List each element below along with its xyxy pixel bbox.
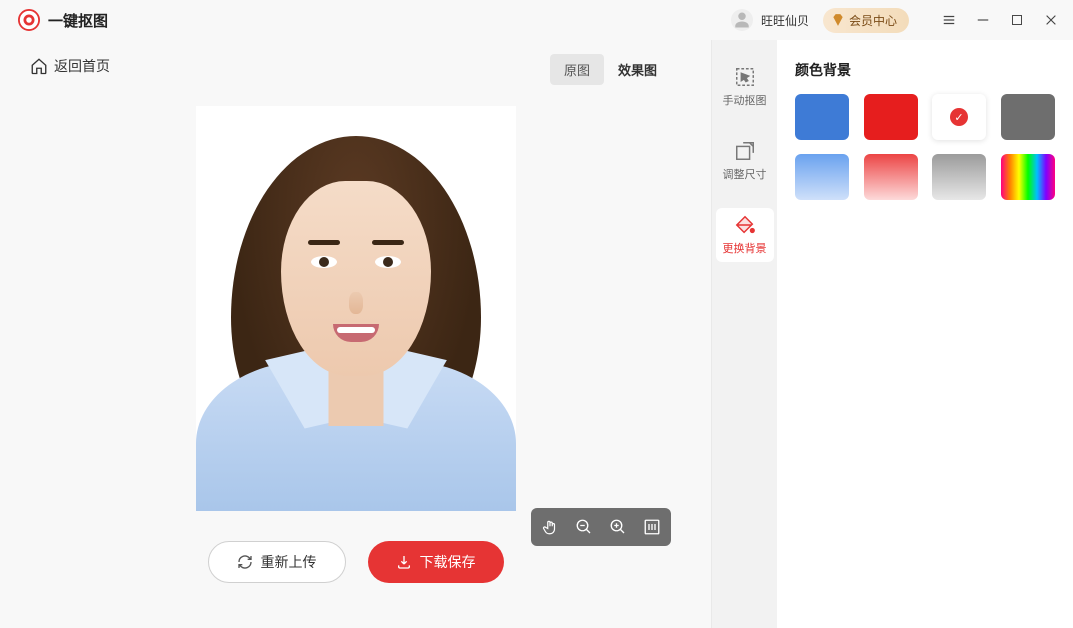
vip-label: 会员中心 xyxy=(849,12,897,29)
app-title: 一键抠图 xyxy=(48,10,108,31)
download-icon xyxy=(396,554,412,570)
close-icon[interactable] xyxy=(1043,12,1059,28)
reupload-label: 重新上传 xyxy=(261,552,317,572)
tool-manual-label: 手动抠图 xyxy=(723,92,767,108)
user-avatar-icon[interactable] xyxy=(731,9,753,31)
swatch-red-gradient[interactable] xyxy=(864,154,918,200)
download-label: 下载保存 xyxy=(420,552,476,572)
image-toolbar xyxy=(531,508,671,546)
home-icon xyxy=(30,57,48,75)
maximize-icon[interactable] xyxy=(1009,12,1025,28)
swatch-white[interactable]: ✓ xyxy=(932,94,986,140)
minimize-icon[interactable] xyxy=(975,12,991,28)
reupload-button[interactable]: 重新上传 xyxy=(208,541,346,583)
zoom-out-icon[interactable] xyxy=(569,512,599,542)
resize-icon xyxy=(734,140,756,162)
swatch-rainbow[interactable] xyxy=(1001,154,1055,200)
tool-resize-label: 调整尺寸 xyxy=(723,166,767,182)
swatch-blue[interactable] xyxy=(795,94,849,140)
tool-background-label: 更换背景 xyxy=(723,240,767,256)
result-image[interactable] xyxy=(196,106,516,511)
check-icon: ✓ xyxy=(950,108,968,126)
tool-manual-matting[interactable]: 手动抠图 xyxy=(716,60,774,114)
app-logo-icon xyxy=(18,9,40,31)
download-button[interactable]: 下载保存 xyxy=(368,541,504,583)
swatch-gray[interactable] xyxy=(1001,94,1055,140)
zoom-in-icon[interactable] xyxy=(603,512,633,542)
vip-center-button[interactable]: 会员中心 xyxy=(823,8,909,33)
fit-screen-icon[interactable] xyxy=(637,512,667,542)
menu-icon[interactable] xyxy=(941,12,957,28)
diamond-icon xyxy=(831,13,845,27)
swatch-blue-gradient[interactable] xyxy=(795,154,849,200)
paint-bucket-icon xyxy=(734,214,756,236)
swatch-gray-gradient[interactable] xyxy=(932,154,986,200)
tab-original[interactable]: 原图 xyxy=(550,54,604,85)
tool-change-background[interactable]: 更换背景 xyxy=(716,208,774,262)
panel-title: 颜色背景 xyxy=(795,60,1055,80)
view-tabs: 原图 效果图 xyxy=(550,54,671,85)
cursor-icon xyxy=(734,66,756,88)
swatch-red[interactable] xyxy=(864,94,918,140)
tool-resize[interactable]: 调整尺寸 xyxy=(716,134,774,188)
refresh-icon xyxy=(237,554,253,570)
username-label: 旺旺仙贝 xyxy=(761,12,809,29)
tab-result[interactable]: 效果图 xyxy=(604,54,671,85)
back-home-label: 返回首页 xyxy=(54,56,110,76)
pan-icon[interactable] xyxy=(535,512,565,542)
